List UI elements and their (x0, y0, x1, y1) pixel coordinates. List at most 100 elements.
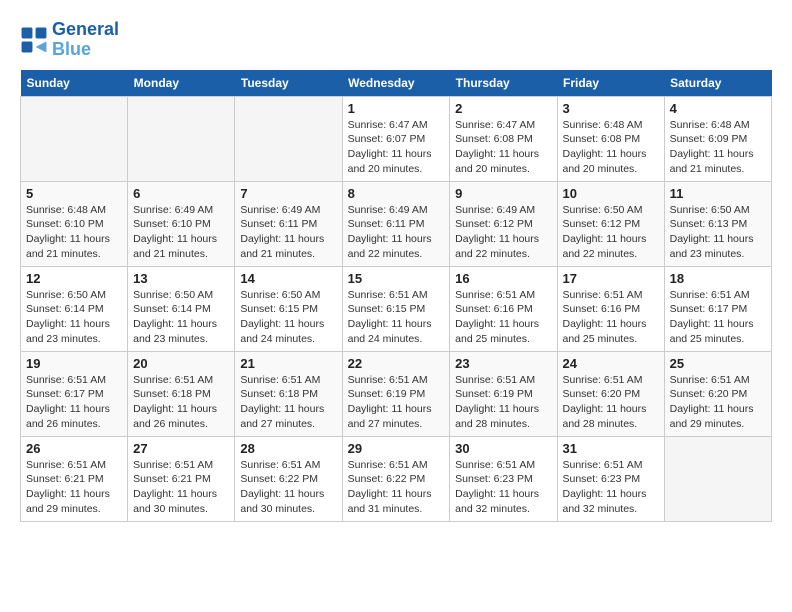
logo-text: GeneralBlue (52, 20, 119, 60)
day-detail: Sunrise: 6:49 AMSunset: 6:11 PMDaylight:… (348, 203, 445, 262)
day-detail: Sunrise: 6:49 AMSunset: 6:10 PMDaylight:… (133, 203, 229, 262)
calendar-cell: 9 Sunrise: 6:49 AMSunset: 6:12 PMDaylight… (450, 181, 557, 266)
day-detail: Sunrise: 6:51 AMSunset: 6:17 PMDaylight:… (26, 373, 122, 432)
day-number: 4 (670, 101, 766, 116)
day-detail: Sunrise: 6:51 AMSunset: 6:19 PMDaylight:… (455, 373, 551, 432)
calendar-cell: 13 Sunrise: 6:50 AMSunset: 6:14 PMDayligh… (128, 266, 235, 351)
logo: GeneralBlue (20, 20, 119, 60)
calendar-cell: 23 Sunrise: 6:51 AMSunset: 6:19 PMDayligh… (450, 351, 557, 436)
day-detail: Sunrise: 6:50 AMSunset: 6:13 PMDaylight:… (670, 203, 766, 262)
calendar-cell: 5 Sunrise: 6:48 AMSunset: 6:10 PMDaylight… (21, 181, 128, 266)
calendar-cell: 20 Sunrise: 6:51 AMSunset: 6:18 PMDayligh… (128, 351, 235, 436)
day-detail: Sunrise: 6:51 AMSunset: 6:21 PMDaylight:… (133, 458, 229, 517)
day-number: 21 (240, 356, 336, 371)
calendar-cell: 4 Sunrise: 6:48 AMSunset: 6:09 PMDaylight… (664, 96, 771, 181)
day-number: 27 (133, 441, 229, 456)
day-number: 25 (670, 356, 766, 371)
day-detail: Sunrise: 6:51 AMSunset: 6:20 PMDaylight:… (563, 373, 659, 432)
weekday-header-saturday: Saturday (664, 70, 771, 97)
calendar-cell: 6 Sunrise: 6:49 AMSunset: 6:10 PMDaylight… (128, 181, 235, 266)
calendar-cell: 28 Sunrise: 6:51 AMSunset: 6:22 PMDayligh… (235, 436, 342, 521)
day-number: 18 (670, 271, 766, 286)
calendar-header: SundayMondayTuesdayWednesdayThursdayFrid… (21, 70, 772, 97)
day-number: 2 (455, 101, 551, 116)
day-detail: Sunrise: 6:51 AMSunset: 6:18 PMDaylight:… (133, 373, 229, 432)
calendar-cell: 2Sunrise: 6:47 AMSunset: 6:08 PMDaylight… (450, 96, 557, 181)
day-detail: Sunrise: 6:48 AMSunset: 6:08 PMDaylight:… (563, 118, 659, 177)
calendar-week-1: 1 Sunrise: 6:47 AMSunset: 6:07 PMDaylight… (21, 96, 772, 181)
calendar-cell: 1 Sunrise: 6:47 AMSunset: 6:07 PMDaylight… (342, 96, 450, 181)
day-detail: Sunrise: 6:48 AMSunset: 6:09 PMDaylight:… (670, 118, 766, 177)
calendar-cell: 12 Sunrise: 6:50 AMSunset: 6:14 PMDayligh… (21, 266, 128, 351)
calendar-week-5: 26Sunrise: 6:51 AMSunset: 6:21 PMDayligh… (21, 436, 772, 521)
calendar-cell: 21 Sunrise: 6:51 AMSunset: 6:18 PMDayligh… (235, 351, 342, 436)
day-detail: Sunrise: 6:49 AMSunset: 6:11 PMDaylight:… (240, 203, 336, 262)
day-number: 31 (563, 441, 659, 456)
day-number: 6 (133, 186, 229, 201)
calendar-cell: 11Sunrise: 6:50 AMSunset: 6:13 PMDayligh… (664, 181, 771, 266)
day-number: 16 (455, 271, 551, 286)
day-detail: Sunrise: 6:51 AMSunset: 6:20 PMDaylight:… (670, 373, 766, 432)
day-number: 23 (455, 356, 551, 371)
day-detail: Sunrise: 6:50 AMSunset: 6:14 PMDaylight:… (133, 288, 229, 347)
calendar-cell: 29 Sunrise: 6:51 AMSunset: 6:22 PMDayligh… (342, 436, 450, 521)
calendar-week-4: 19 Sunrise: 6:51 AMSunset: 6:17 PMDayligh… (21, 351, 772, 436)
calendar-cell: 3Sunrise: 6:48 AMSunset: 6:08 PMDaylight… (557, 96, 664, 181)
calendar-cell (235, 96, 342, 181)
day-detail: Sunrise: 6:51 AMSunset: 6:23 PMDaylight:… (455, 458, 551, 517)
day-number: 28 (240, 441, 336, 456)
weekday-header-monday: Monday (128, 70, 235, 97)
weekday-header-tuesday: Tuesday (235, 70, 342, 97)
day-number: 5 (26, 186, 122, 201)
day-detail: Sunrise: 6:51 AMSunset: 6:16 PMDaylight:… (563, 288, 659, 347)
day-detail: Sunrise: 6:47 AMSunset: 6:07 PMDaylight:… (348, 118, 445, 177)
day-number: 8 (348, 186, 445, 201)
day-detail: Sunrise: 6:51 AMSunset: 6:22 PMDaylight:… (240, 458, 336, 517)
weekday-header-friday: Friday (557, 70, 664, 97)
calendar-cell: 31 Sunrise: 6:51 AMSunset: 6:23 PMDayligh… (557, 436, 664, 521)
calendar-cell (664, 436, 771, 521)
calendar-week-2: 5 Sunrise: 6:48 AMSunset: 6:10 PMDaylight… (21, 181, 772, 266)
day-detail: Sunrise: 6:50 AMSunset: 6:12 PMDaylight:… (563, 203, 659, 262)
weekday-header-sunday: Sunday (21, 70, 128, 97)
calendar-cell: 16 Sunrise: 6:51 AMSunset: 6:16 PMDayligh… (450, 266, 557, 351)
calendar-cell: 18Sunrise: 6:51 AMSunset: 6:17 PMDayligh… (664, 266, 771, 351)
page-header: GeneralBlue (20, 20, 772, 60)
day-detail: Sunrise: 6:50 AMSunset: 6:15 PMDaylight:… (240, 288, 336, 347)
calendar-cell: 30Sunrise: 6:51 AMSunset: 6:23 PMDayligh… (450, 436, 557, 521)
day-detail: Sunrise: 6:51 AMSunset: 6:22 PMDaylight:… (348, 458, 445, 517)
day-number: 22 (348, 356, 445, 371)
day-detail: Sunrise: 6:51 AMSunset: 6:21 PMDaylight:… (26, 458, 122, 517)
calendar-cell: 19 Sunrise: 6:51 AMSunset: 6:17 PMDayligh… (21, 351, 128, 436)
day-number: 7 (240, 186, 336, 201)
day-number: 29 (348, 441, 445, 456)
day-detail: Sunrise: 6:51 AMSunset: 6:15 PMDaylight:… (348, 288, 445, 347)
calendar-cell: 14 Sunrise: 6:50 AMSunset: 6:15 PMDayligh… (235, 266, 342, 351)
day-number: 14 (240, 271, 336, 286)
day-number: 13 (133, 271, 229, 286)
day-detail: Sunrise: 6:49 AMSunset: 6:12 PMDaylight:… (455, 203, 551, 262)
logo-icon (20, 26, 48, 54)
calendar-cell: 27 Sunrise: 6:51 AMSunset: 6:21 PMDayligh… (128, 436, 235, 521)
day-number: 19 (26, 356, 122, 371)
day-detail: Sunrise: 6:48 AMSunset: 6:10 PMDaylight:… (26, 203, 122, 262)
day-number: 1 (348, 101, 445, 116)
day-detail: Sunrise: 6:51 AMSunset: 6:19 PMDaylight:… (348, 373, 445, 432)
calendar-cell (128, 96, 235, 181)
day-number: 17 (563, 271, 659, 286)
day-detail: Sunrise: 6:51 AMSunset: 6:18 PMDaylight:… (240, 373, 336, 432)
calendar-cell: 26Sunrise: 6:51 AMSunset: 6:21 PMDayligh… (21, 436, 128, 521)
calendar-cell (21, 96, 128, 181)
calendar-cell: 25 Sunrise: 6:51 AMSunset: 6:20 PMDayligh… (664, 351, 771, 436)
day-detail: Sunrise: 6:51 AMSunset: 6:23 PMDaylight:… (563, 458, 659, 517)
calendar-cell: 8 Sunrise: 6:49 AMSunset: 6:11 PMDaylight… (342, 181, 450, 266)
day-number: 10 (563, 186, 659, 201)
day-detail: Sunrise: 6:50 AMSunset: 6:14 PMDaylight:… (26, 288, 122, 347)
day-number: 9 (455, 186, 551, 201)
day-detail: Sunrise: 6:51 AMSunset: 6:16 PMDaylight:… (455, 288, 551, 347)
weekday-header-wednesday: Wednesday (342, 70, 450, 97)
day-number: 12 (26, 271, 122, 286)
calendar-cell: 10 Sunrise: 6:50 AMSunset: 6:12 PMDayligh… (557, 181, 664, 266)
day-number: 20 (133, 356, 229, 371)
day-number: 15 (348, 271, 445, 286)
